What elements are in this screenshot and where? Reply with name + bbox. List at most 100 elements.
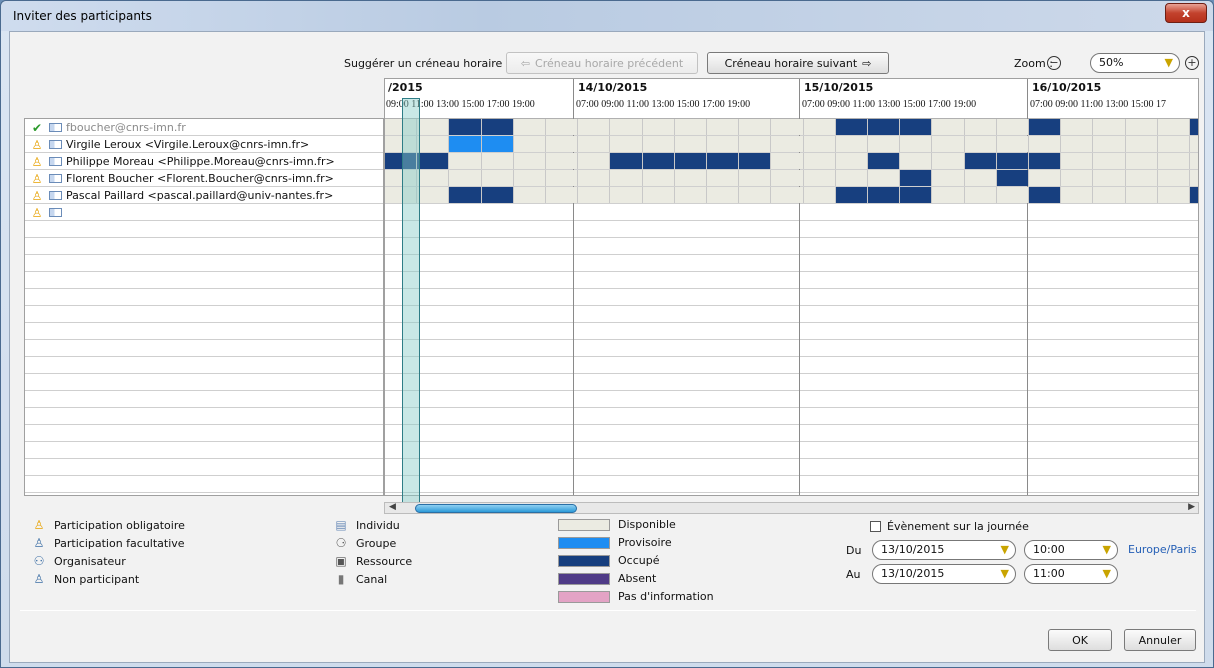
- cancel-button[interactable]: Annuler: [1124, 629, 1196, 651]
- person-icon[interactable]: ♙: [29, 138, 45, 152]
- busy-slot: [900, 119, 933, 135]
- free-slot: [417, 119, 450, 135]
- participant-row[interactable]: ✔ fboucher@cnrs-imn.fr: [25, 119, 383, 136]
- start-date-field[interactable]: 13/10/2015 ▼: [872, 540, 1016, 560]
- end-time-field[interactable]: 11:00 ▼: [1024, 564, 1118, 584]
- participant-name[interactable]: fboucher@cnrs-imn.fr: [66, 121, 186, 134]
- legend-item: ⚇ Organisateur: [30, 554, 126, 568]
- to-label: Au: [846, 568, 861, 581]
- free-slot: [771, 136, 804, 152]
- free-slot: [1061, 136, 1094, 152]
- busy-slot: [1190, 187, 1198, 203]
- scroll-right-icon[interactable]: ▶: [1188, 502, 1195, 512]
- busy-slot: [964, 153, 997, 169]
- participant-name[interactable]: Virgile Leroux <Virgile.Leroux@cnrs-imn.…: [66, 138, 309, 151]
- free-slot: [513, 119, 546, 135]
- scroll-left-icon[interactable]: ◀: [389, 502, 396, 512]
- freebusy-grid[interactable]: /2015 09:00 11:00 13:00 15:00 17:00 19:00…: [384, 78, 1199, 496]
- free-slot: [1190, 153, 1198, 169]
- free-slot: [868, 170, 901, 186]
- free-slot: [642, 119, 675, 135]
- zoom-out-icon[interactable]: −: [1047, 56, 1061, 70]
- free-slot: [546, 170, 579, 186]
- legend-label: Organisateur: [54, 554, 126, 568]
- next-slot-button[interactable]: Créneau horaire suivant ⇨: [707, 52, 889, 74]
- close-button[interactable]: x: [1165, 3, 1207, 23]
- date-label: 16/10/2015: [1032, 81, 1102, 94]
- participant-row[interactable]: ♙ Florent Boucher <Florent.Boucher@cnrs-i…: [25, 170, 383, 187]
- free-slot: [642, 187, 675, 203]
- horizontal-scrollbar[interactable]: ◀ ▶: [384, 502, 1199, 514]
- card-icon[interactable]: [49, 191, 62, 200]
- card-icon[interactable]: [49, 157, 62, 166]
- allday-checkbox[interactable]: Évènement sur la journée: [870, 520, 1029, 533]
- status-label: Occupé: [618, 554, 660, 567]
- busy-slot: [481, 187, 514, 203]
- card-icon[interactable]: [49, 140, 62, 149]
- event-time-marker[interactable]: [402, 98, 420, 504]
- free-slot: [996, 187, 1029, 203]
- legend-label: Groupe: [356, 536, 397, 550]
- free-slot: [1125, 119, 1158, 135]
- end-date-field[interactable]: 13/10/2015 ▼: [872, 564, 1016, 584]
- free-slot: [449, 170, 482, 186]
- ok-button[interactable]: OK: [1048, 629, 1112, 651]
- start-time-value: 10:00: [1033, 543, 1065, 556]
- free-slot: [1029, 170, 1062, 186]
- free-slot: [1093, 187, 1126, 203]
- free-slot: [1093, 119, 1126, 135]
- free-slot: [578, 119, 611, 135]
- busy-slot: [642, 153, 675, 169]
- free-slot: [835, 170, 868, 186]
- participant-name[interactable]: Pascal Paillard <pascal.paillard@univ-na…: [66, 189, 333, 202]
- busy-slot: [1029, 187, 1062, 203]
- participant-row[interactable]: ♙ Pascal Paillard <pascal.paillard@univ-n…: [25, 187, 383, 204]
- participant-row[interactable]: ♙: [25, 204, 383, 221]
- participants-list[interactable]: ✔ fboucher@cnrs-imn.fr ♙ Virgile Leroux <Vi…: [24, 118, 384, 496]
- previous-slot-button[interactable]: ⇦ Créneau horaire précédent: [506, 52, 698, 74]
- status-legend-item: Pas d'information: [558, 590, 714, 603]
- date-label: 15/10/2015: [804, 81, 874, 94]
- card-icon[interactable]: [49, 174, 62, 183]
- end-date-value: 13/10/2015: [881, 567, 945, 580]
- allday-label: Évènement sur la journée: [887, 520, 1029, 533]
- free-slot: [964, 119, 997, 135]
- freebusy-row: [385, 187, 1198, 204]
- dialog-client: Suggérer un créneau horaire : ⇦ Créneau …: [9, 31, 1205, 663]
- participant-row[interactable]: ♙ Virgile Leroux <Virgile.Leroux@cnrs-imn…: [25, 136, 383, 153]
- busy-slot: [449, 119, 482, 135]
- free-slot: [417, 187, 450, 203]
- free-slot: [707, 136, 740, 152]
- card-icon[interactable]: [49, 208, 62, 217]
- free-slot: [610, 187, 643, 203]
- legend-item: ▣ Ressource: [332, 554, 412, 568]
- free-slot: [642, 136, 675, 152]
- free-slot: [1093, 170, 1126, 186]
- zoom-select[interactable]: 50% ▼: [1090, 53, 1180, 73]
- person-icon[interactable]: ♙: [29, 155, 45, 169]
- free-slot: [1093, 153, 1126, 169]
- free-slot: [513, 153, 546, 169]
- participant-row[interactable]: ♙ Philippe Moreau <Philippe.Moreau@cnrs-i…: [25, 153, 383, 170]
- checkbox-box[interactable]: [870, 521, 881, 532]
- check-icon[interactable]: ✔: [29, 121, 45, 135]
- person-icon[interactable]: ♙: [29, 206, 45, 220]
- free-slot: [1093, 136, 1126, 152]
- scrollbar-thumb[interactable]: [415, 504, 577, 513]
- free-slot: [578, 187, 611, 203]
- timezone-link[interactable]: Europe/Paris: [1128, 543, 1197, 556]
- person-icon[interactable]: ♙: [29, 172, 45, 186]
- free-slot: [964, 170, 997, 186]
- free-slot: [642, 170, 675, 186]
- participant-name[interactable]: Philippe Moreau <Philippe.Moreau@cnrs-im…: [66, 155, 335, 168]
- zoom-in-icon[interactable]: +: [1185, 56, 1199, 70]
- participant-name[interactable]: Florent Boucher <Florent.Boucher@cnrs-im…: [66, 172, 334, 185]
- card-icon[interactable]: [49, 123, 62, 132]
- free-slot: [900, 153, 933, 169]
- person-icon[interactable]: ♙: [29, 189, 45, 203]
- free-slot: [835, 136, 868, 152]
- person-icon: ♙: [33, 518, 45, 532]
- busy-slot: [996, 153, 1029, 169]
- free-slot: [771, 153, 804, 169]
- start-time-field[interactable]: 10:00 ▼: [1024, 540, 1118, 560]
